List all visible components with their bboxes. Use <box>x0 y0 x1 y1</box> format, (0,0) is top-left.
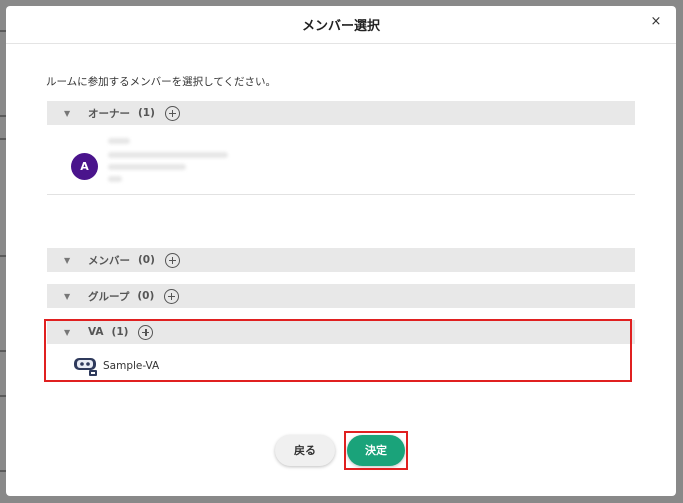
section-owner[interactable]: ▼ オーナー (1) <box>47 101 635 125</box>
redacted-text <box>108 138 130 144</box>
dialog-title: メンバー選択 <box>301 19 380 34</box>
back-button[interactable]: 戻る <box>275 435 335 466</box>
redacted-text <box>108 152 228 158</box>
add-group-button[interactable] <box>164 288 180 304</box>
section-label: オーナー <box>88 107 130 120</box>
redacted-text <box>108 176 122 182</box>
section-label: グループ <box>88 290 130 303</box>
instruction-text: ルームに参加するメンバーを選択してください。 <box>46 76 277 88</box>
member-select-dialog: メンバー選択 × ルームに参加するメンバーを選択してください。 ▼ オーナー (… <box>6 6 676 496</box>
redacted-text <box>108 164 186 170</box>
dialog-header: メンバー選択 × <box>6 6 676 44</box>
owner-list-item[interactable]: A <box>47 130 635 195</box>
avatar: A <box>71 153 98 180</box>
section-count: (0) <box>138 254 155 266</box>
section-groups[interactable]: ▼ グループ (0) <box>47 284 635 308</box>
section-members[interactable]: ▼ メンバー (0) <box>47 248 635 272</box>
section-label: メンバー <box>88 254 130 267</box>
caret-down-icon: ▼ <box>64 255 71 265</box>
section-count: (1) <box>138 107 155 119</box>
close-button[interactable]: × <box>648 14 664 30</box>
highlight-confirm-button <box>344 431 408 470</box>
caret-down-icon: ▼ <box>64 291 71 301</box>
add-owner-button[interactable] <box>164 105 180 121</box>
highlight-va-section <box>44 319 632 382</box>
caret-down-icon: ▼ <box>64 108 71 118</box>
add-member-button[interactable] <box>164 252 180 268</box>
section-count: (0) <box>137 290 155 302</box>
